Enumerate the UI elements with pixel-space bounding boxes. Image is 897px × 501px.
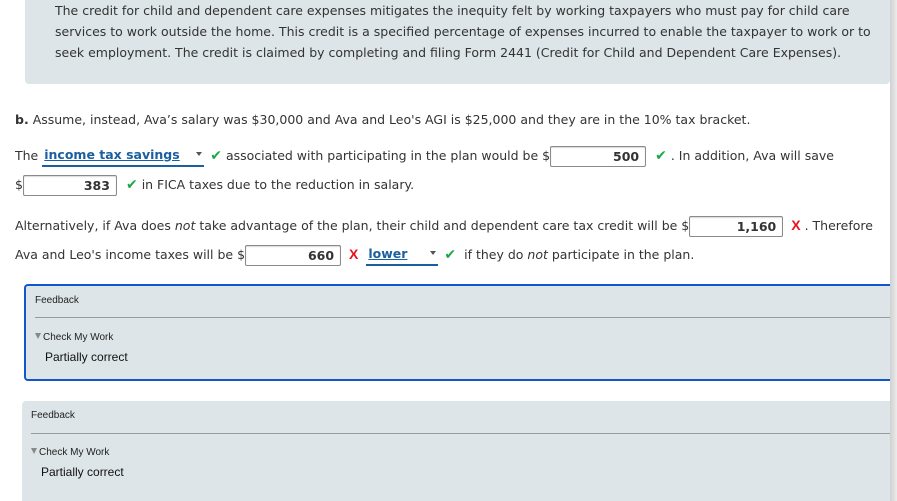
question-1-line-2: $383 ✔ in FICA taxes due to the reduction … <box>15 175 414 196</box>
tax-credit-input[interactable]: 1,160 <box>689 216 784 237</box>
q2-line2-suffix-b: participate in the plan. <box>551 247 695 262</box>
x-icon: X <box>349 246 359 262</box>
savings-type-dropdown[interactable]: income tax savings <box>42 146 205 167</box>
q2-prefix-b: take advantage of the plan, their child … <box>199 218 690 233</box>
check-icon: ✔ <box>655 148 667 164</box>
part-b-question: b. Assume, instead, Ava’s salary was $30… <box>15 110 750 130</box>
higher-lower-dropdown-value: lower <box>368 245 408 261</box>
feedback-status: Partially correct <box>41 465 124 479</box>
q2-line2-suffix-a: if they do <box>464 247 524 262</box>
question-1-line-1: The income tax savings ✔ associated with … <box>15 146 834 167</box>
feedback-panel: Feedback Check My Work Partially correct <box>22 401 890 501</box>
q2-prefix-a: Alternatively, if Ava does <box>15 218 171 233</box>
question-2-line-2: Ava and Leo's income taxes will be $660 X… <box>15 244 694 266</box>
intro-panel: The credit for child and dependent care … <box>25 0 890 84</box>
currency-symbol: $ <box>15 177 23 192</box>
q2-suffix: . Therefore <box>804 218 873 233</box>
divider <box>31 433 890 434</box>
check-my-work-label: Check My Work <box>39 447 110 458</box>
feedback-panel: Feedback Check My Work Partially correct <box>24 284 890 381</box>
check-icon: ✔ <box>125 177 138 193</box>
fica-savings-input[interactable]: 383 <box>22 175 117 196</box>
q2-line2-prefix: Ava and Leo's income taxes will be $ <box>15 247 246 262</box>
check-my-work-toggle[interactable]: Check My Work <box>35 332 113 343</box>
higher-lower-dropdown[interactable]: lower <box>366 245 439 266</box>
question-2-line-1: Alternatively, if Ava does not take adva… <box>15 215 873 237</box>
check-icon: ✔ <box>210 148 222 164</box>
q1-suffix: . In addition, Ava will save <box>670 148 834 163</box>
feedback-title: Feedback <box>35 295 79 306</box>
savings-type-dropdown-value: income tax savings <box>44 146 180 162</box>
check-my-work-toggle[interactable]: Check My Work <box>31 447 109 458</box>
q1-middle: associated with participating in the pla… <box>225 148 551 163</box>
feedback-title: Feedback <box>31 410 75 421</box>
feedback-status: Partially correct <box>45 350 128 364</box>
part-b-text: Assume, instead, Ava’s salary was $30,00… <box>32 112 751 127</box>
chevron-down-icon <box>430 250 437 255</box>
check-icon: ✔ <box>444 247 457 263</box>
income-taxes-input[interactable]: 660 <box>245 245 342 266</box>
income-tax-savings-input[interactable]: 500 <box>550 146 647 167</box>
divider <box>35 317 890 318</box>
part-b-label: b. <box>15 112 29 127</box>
chevron-down-icon <box>196 151 203 156</box>
q1-prefix: The <box>15 148 39 163</box>
x-icon: X <box>791 217 801 233</box>
scrollbar[interactable] <box>890 0 897 501</box>
q2-line2-emphasis: not <box>527 247 548 262</box>
check-my-work-label: Check My Work <box>43 332 114 343</box>
q2-emphasis: not <box>174 218 196 233</box>
intro-text: The credit for child and dependent care … <box>55 3 871 60</box>
triangle-down-icon <box>31 448 37 454</box>
q1-line2-suffix: in FICA taxes due to the reduction in sa… <box>141 177 415 192</box>
triangle-down-icon <box>35 333 41 339</box>
